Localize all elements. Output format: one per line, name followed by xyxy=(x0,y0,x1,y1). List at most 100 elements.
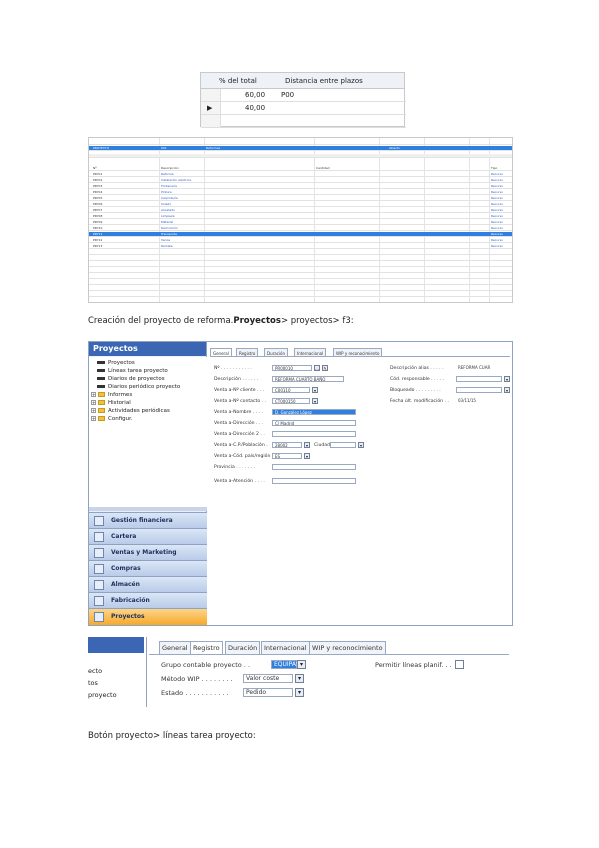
address2-field[interactable] xyxy=(272,431,356,437)
cell[interactable]: Recurso xyxy=(491,244,503,248)
assist-edit-icon[interactable]: … xyxy=(314,365,320,371)
module-gestion-financiera[interactable]: Gestión financiera xyxy=(89,512,207,528)
cell[interactable]: PRY13 xyxy=(93,244,102,248)
cell[interactable]: Carpintería xyxy=(161,196,178,200)
cell[interactable]: Limpieza xyxy=(161,214,174,218)
table-row[interactable]: ▶ 40,00 xyxy=(201,102,406,115)
lookup-arrow-icon[interactable]: ▾ xyxy=(304,442,310,448)
tab-internacional[interactable]: Internacional xyxy=(261,641,310,654)
tab-wip[interactable]: WIP y reconocimiento xyxy=(309,641,386,654)
cell[interactable]: Instalación eléctrica xyxy=(161,178,191,182)
responsible-field[interactable] xyxy=(456,376,502,382)
table-row[interactable] xyxy=(89,140,512,146)
lookup-arrow-icon[interactable]: ▾ xyxy=(504,376,510,382)
blocked-field[interactable] xyxy=(456,387,502,393)
cell-distance[interactable]: P00 xyxy=(281,91,294,99)
dropdown-arrow-icon[interactable]: ▾ xyxy=(295,688,304,697)
cell[interactable]: Fontanería xyxy=(161,184,177,188)
cell[interactable]: PRY06 xyxy=(93,202,102,206)
cell[interactable]: Recurso xyxy=(491,190,503,194)
tree-item-configuracion[interactable]: + Configur. xyxy=(91,416,133,422)
cell[interactable]: Recurso xyxy=(491,208,503,212)
description-field[interactable]: REFORMA CUARTO BAÑO xyxy=(272,376,344,382)
tree-item-diarios-periodicos[interactable]: Diarios periódico proyecto xyxy=(97,384,180,390)
cell-percent[interactable]: 40,00 xyxy=(245,104,265,112)
attention-field[interactable] xyxy=(272,478,356,484)
cell[interactable]: Remate xyxy=(161,244,173,248)
expand-icon[interactable]: + xyxy=(91,392,96,397)
table-row-empty[interactable] xyxy=(89,298,512,302)
cell[interactable]: PROYECTO xyxy=(93,146,109,150)
cell[interactable]: Recurso xyxy=(491,184,503,188)
cell[interactable]: PRY05 xyxy=(93,196,102,200)
nav-item[interactable]: ecto xyxy=(88,667,102,675)
tree-item-historial[interactable]: + Historial xyxy=(91,400,131,406)
module-ventas[interactable]: Ventas y Marketing xyxy=(89,544,207,560)
table-row[interactable]: PRY12 Varios Recurso xyxy=(89,238,512,244)
table-row-empty[interactable] xyxy=(201,115,406,128)
table-row-empty[interactable] xyxy=(89,256,512,262)
cell[interactable]: Recurso xyxy=(491,232,503,236)
address-field[interactable]: C/ Madrid xyxy=(272,420,356,426)
province-field[interactable] xyxy=(272,464,356,470)
row-selector[interactable] xyxy=(201,115,221,127)
module-proyectos[interactable]: Proyectos xyxy=(89,608,207,625)
cell[interactable]: Recurso xyxy=(491,202,503,206)
module-fabricacion[interactable]: Fabricación xyxy=(89,592,207,608)
project-no-field[interactable]: PR00010 xyxy=(272,365,312,371)
cell[interactable]: Solado xyxy=(161,202,171,206)
table-row-empty[interactable] xyxy=(89,280,512,286)
table-row-empty[interactable] xyxy=(89,286,512,292)
customer-name-field[interactable]: D. González López xyxy=(272,409,356,415)
cell[interactable]: Reformas xyxy=(206,146,220,150)
city-field[interactable] xyxy=(330,442,356,448)
cell[interactable]: Recurso xyxy=(491,172,503,176)
row-selector[interactable]: ▶ xyxy=(201,102,221,114)
cell[interactable]: Recurso xyxy=(491,238,503,242)
status-field[interactable]: Pedido xyxy=(243,688,293,697)
tree-item-lineas-tarea[interactable]: Líneas tarea proyecto xyxy=(97,368,168,374)
cell[interactable]: PRY08 xyxy=(93,214,102,218)
dropdown-arrow-icon[interactable]: ▾ xyxy=(504,387,510,393)
lookup-arrow-icon[interactable]: ▾ xyxy=(312,387,318,393)
row-selector[interactable] xyxy=(201,89,221,101)
table-row[interactable]: 60,00 P00 xyxy=(201,89,406,102)
cell[interactable]: PRY11 xyxy=(93,232,102,236)
table-row-selected[interactable]: PROYECTO 001 Reformas Abierto xyxy=(89,146,512,152)
expand-icon[interactable]: + xyxy=(91,408,96,413)
cell[interactable]: PRY09 xyxy=(93,220,102,224)
cell[interactable]: Varios xyxy=(161,238,170,242)
cell[interactable]: 001 xyxy=(161,146,167,150)
table-row[interactable]: PRY05 Carpintería Recurso xyxy=(89,196,512,202)
cell[interactable]: PRY04 xyxy=(93,190,102,194)
table-row-empty[interactable] xyxy=(89,268,512,274)
cell-percent[interactable]: 60,00 xyxy=(245,91,265,99)
edit-pencil-icon[interactable]: ✎ xyxy=(322,365,328,371)
table-row[interactable]: PRY02 Instalación eléctrica Recurso xyxy=(89,178,512,184)
cell[interactable]: Recurso xyxy=(491,220,503,224)
cell[interactable]: PRY07 xyxy=(93,208,102,212)
cell[interactable]: PRY12 xyxy=(93,238,102,242)
cell[interactable]: Recurso xyxy=(491,196,503,200)
tree-item-proyectos[interactable]: Proyectos xyxy=(97,360,135,366)
search-description-field[interactable]: REFORMA CUAR xyxy=(456,365,508,371)
cell[interactable]: Alicatado xyxy=(161,208,175,212)
table-row[interactable]: PRY07 Alicatado Recurso xyxy=(89,208,512,214)
nav-item[interactable]: tos xyxy=(88,679,98,687)
table-row[interactable]: PRY09 Material Recurso xyxy=(89,220,512,226)
cell[interactable]: Recurso xyxy=(491,178,503,182)
cell[interactable]: PRY03 xyxy=(93,184,102,188)
table-row-selected[interactable]: PRY11 Transporte Recurso xyxy=(89,232,512,238)
table-row[interactable]: PRY03 Fontanería Recurso xyxy=(89,184,512,190)
table-row[interactable]: PRY04 Pintura Recurso xyxy=(89,190,512,196)
dropdown-arrow-icon[interactable]: ▾ xyxy=(297,660,306,669)
pane-splitter[interactable] xyxy=(89,507,207,511)
tab-registro[interactable]: Registro xyxy=(190,641,223,654)
tree-item-informes[interactable]: + Informes xyxy=(91,392,132,398)
posting-group-field[interactable]: EQUIPAS xyxy=(271,660,300,669)
table-row-empty[interactable] xyxy=(89,274,512,280)
allow-planning-checkbox[interactable] xyxy=(455,660,464,669)
cell[interactable]: PRY02 xyxy=(93,178,102,182)
dropdown-arrow-icon[interactable]: ▾ xyxy=(295,674,304,683)
tree-item-actividades[interactable]: + Actividades periódicas xyxy=(91,408,170,414)
